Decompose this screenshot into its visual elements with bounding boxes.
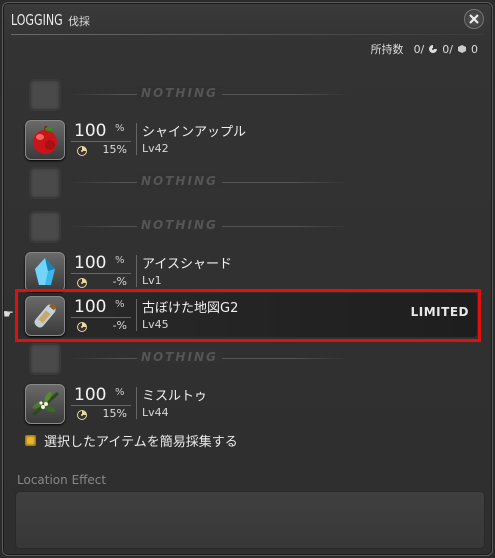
window-title: LOGGING <box>11 11 63 29</box>
collectable-icon <box>458 45 466 53</box>
gather-list: NOTHING 100 % 15% シャインアップル Lv42 NOTHING … <box>3 73 481 425</box>
stats-label: 所持数 <box>370 43 404 56</box>
pointer-cursor-icon: ☛ <box>3 307 14 321</box>
empty-slot-row: NOTHING <box>19 73 479 117</box>
limited-badge: LIMITED <box>410 305 469 319</box>
logging-window: LOGGING 伐採 所持数 0/ 0/ 0 NOTHING 100 % 15%… <box>2 2 493 556</box>
item-level: Lv42 <box>142 142 169 155</box>
gather-item-row[interactable]: 100 % 15% ミスルトゥ Lv44 <box>19 381 479 425</box>
apple-icon <box>25 120 65 160</box>
empty-slot-row: NOTHING <box>19 337 479 381</box>
separator <box>136 255 137 287</box>
ice-shard-icon <box>25 252 65 292</box>
hq-icon <box>77 278 87 288</box>
title-divider <box>11 34 484 35</box>
hq-icon <box>429 45 438 53</box>
empty-slot-row: NOTHING <box>19 161 479 205</box>
percent-sign: % <box>115 255 125 266</box>
empty-slot <box>29 343 61 375</box>
hq-rate: -% <box>112 319 127 332</box>
nothing-label: NOTHING <box>137 218 222 232</box>
empty-slot <box>29 79 61 111</box>
rate-underline <box>71 317 131 318</box>
hq-rate: 15% <box>102 407 127 420</box>
close-x-icon <box>469 14 479 24</box>
hq-rate: -% <box>112 275 127 288</box>
separator <box>136 387 137 419</box>
rate-underline <box>71 273 131 274</box>
quick-gather-option[interactable]: 選択したアイテムを簡易採集する <box>25 431 238 450</box>
empty-slot <box>29 211 61 243</box>
window-subtitle: 伐採 <box>68 15 91 28</box>
stats-value-2: 0/ <box>442 42 453 56</box>
nothing-label: NOTHING <box>137 174 222 188</box>
empty-slot-row: NOTHING <box>19 205 479 249</box>
item-name: ミスルトゥ <box>142 389 208 404</box>
hq-icon <box>77 322 87 332</box>
gather-item-row-selected[interactable]: ☛ 100 % -% 古ぼけた地図G2 Lv45 LIMITED <box>3 289 481 342</box>
percent-sign: % <box>115 299 125 310</box>
close-button[interactable] <box>464 9 484 29</box>
stats-value-3: 0 <box>471 42 478 56</box>
inventory-stats: 所持数 0/ 0/ 0 <box>371 41 478 57</box>
location-effect-label: Location Effect <box>17 473 107 487</box>
quick-gather-checkbox[interactable] <box>25 435 36 446</box>
window-titlebar: LOGGING 伐採 <box>11 11 90 35</box>
percent-sign: % <box>115 123 125 134</box>
percent-sign: % <box>115 387 125 398</box>
item-level: Lv44 <box>142 406 169 419</box>
item-name: シャインアップル <box>142 125 247 140</box>
gather-item-row[interactable]: 100 % 15% シャインアップル Lv42 <box>19 117 479 161</box>
quick-gather-label: 選択したアイテムを簡易採集する <box>44 435 238 450</box>
item-name: 古ぼけた地図G2 <box>142 301 239 316</box>
stats-value-1: 0/ <box>413 42 425 56</box>
bottle-map-icon <box>25 296 65 336</box>
mistletoe-icon <box>25 384 65 424</box>
hq-icon <box>77 410 87 420</box>
location-effect-box <box>15 491 485 549</box>
nothing-label: NOTHING <box>137 350 222 364</box>
separator <box>136 123 137 155</box>
hq-rate: 15% <box>102 143 127 156</box>
rate-underline <box>71 141 131 142</box>
rate-underline <box>71 405 131 406</box>
item-level: Lv45 <box>142 318 169 331</box>
nothing-label: NOTHING <box>137 86 222 100</box>
item-level: Lv1 <box>142 274 162 287</box>
empty-slot <box>29 167 61 199</box>
item-name: アイスシャード <box>142 257 232 272</box>
separator <box>136 299 137 331</box>
gather-item-row[interactable]: 100 % -% アイスシャード Lv1 <box>19 249 479 293</box>
hq-icon <box>77 146 87 156</box>
